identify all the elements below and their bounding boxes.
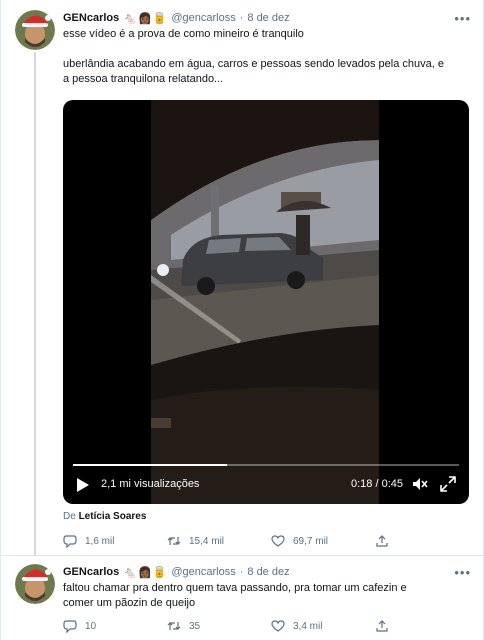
share-button[interactable] <box>375 619 415 633</box>
tweet[interactable]: GENcarlos 🐁👩🏾🥫 @gencarloss · 8 de dez es… <box>1 0 483 556</box>
tweet-text-line: esse vídeo é a prova de como mineiro é t… <box>63 28 304 40</box>
retweet-icon <box>167 537 181 545</box>
retweet-button[interactable]: 35 <box>167 619 271 633</box>
author-name[interactable]: GENcarlos <box>63 566 119 578</box>
retweet-count: 15,4 mil <box>189 535 225 547</box>
share-icon <box>376 620 388 632</box>
video-scene <box>151 100 379 504</box>
video-player[interactable]: 2,1 mi visualizações 0:18 / 0:45 <box>63 100 469 504</box>
tweet-header: GENcarlos 🐁👩🏾🥫 @gencarloss · 8 de dez <box>63 564 473 580</box>
reply-icon <box>63 620 77 633</box>
author-handle[interactable]: @gencarloss <box>171 566 235 578</box>
thread-line <box>34 52 36 556</box>
video-progress-bar[interactable] <box>73 464 459 466</box>
tweet-text: faltou chamar pra dentro quem tava passa… <box>63 581 473 611</box>
timeline: GENcarlos 🐁👩🏾🥫 @gencarloss · 8 de dez es… <box>0 0 484 640</box>
retweet-icon <box>167 622 181 630</box>
share-icon <box>376 535 388 547</box>
credit-name[interactable]: Letícia Soares <box>79 511 147 522</box>
video-frame <box>151 100 379 504</box>
like-button[interactable]: 3,4 mil <box>271 619 375 633</box>
reply-count: 1,6 mil <box>85 535 115 547</box>
tweet-text-line: a pessoa tranquilona relatando... <box>63 73 224 85</box>
like-icon <box>271 620 285 632</box>
tweet-actions: 1,6 mil 15,4 mil 69,7 mil <box>63 533 415 549</box>
separator-dot: · <box>239 12 244 24</box>
more-icon[interactable]: ••• <box>454 565 471 580</box>
tweet-text-line: faltou chamar pra dentro quem tava passa… <box>63 582 407 594</box>
author-emoji: 🐁👩🏾🥫 <box>123 12 168 25</box>
like-icon <box>271 535 285 547</box>
author-emoji: 🐁👩🏾🥫 <box>123 566 168 579</box>
like-button[interactable]: 69,7 mil <box>271 534 375 548</box>
reply-button[interactable]: 10 <box>63 619 167 633</box>
video-controls: 2,1 mi visualizações 0:18 / 0:45 <box>63 456 469 504</box>
separator-dot: · <box>239 566 244 578</box>
tweet-text-line: uberlândia acabando em água, carros e pe… <box>63 58 444 70</box>
video-time: 0:18 / 0:45 <box>351 478 403 490</box>
author-handle[interactable]: @gencarloss <box>171 12 235 24</box>
mute-icon[interactable] <box>411 475 429 493</box>
like-count: 3,4 mil <box>293 620 323 632</box>
like-count: 69,7 mil <box>293 535 329 547</box>
tweet[interactable]: GENcarlos 🐁👩🏾🥫 @gencarloss · 8 de dez fa… <box>1 556 483 640</box>
play-icon[interactable] <box>77 478 89 492</box>
avatar[interactable] <box>15 10 55 50</box>
video-views: 2,1 mi visualizações <box>101 478 200 490</box>
tweet-actions: 10 35 3,4 mil <box>63 618 415 634</box>
credit-prefix: De <box>63 511 76 522</box>
retweet-count: 35 <box>189 620 201 632</box>
reply-count: 10 <box>85 620 97 632</box>
share-button[interactable] <box>375 534 415 548</box>
fullscreen-icon[interactable] <box>439 475 457 493</box>
retweet-button[interactable]: 15,4 mil <box>167 534 271 548</box>
video-credit: De Letícia Soares <box>63 511 146 522</box>
avatar[interactable] <box>15 564 55 604</box>
reply-button[interactable]: 1,6 mil <box>63 534 167 548</box>
video-progress-fill <box>73 464 228 466</box>
tweet-date[interactable]: 8 de dez <box>247 12 289 24</box>
tweet-date[interactable]: 8 de dez <box>247 566 289 578</box>
tweet-text-line: comer um pãozin de queijo <box>63 597 196 609</box>
author-name[interactable]: GENcarlos <box>63 12 119 24</box>
more-icon[interactable]: ••• <box>454 11 471 26</box>
avatar-image <box>15 10 55 50</box>
reply-icon <box>63 535 77 548</box>
tweet-header: GENcarlos 🐁👩🏾🥫 @gencarloss · 8 de dez <box>63 10 473 26</box>
tweet-text: esse vídeo é a prova de como mineiro é t… <box>63 27 473 87</box>
avatar-image <box>15 564 55 604</box>
